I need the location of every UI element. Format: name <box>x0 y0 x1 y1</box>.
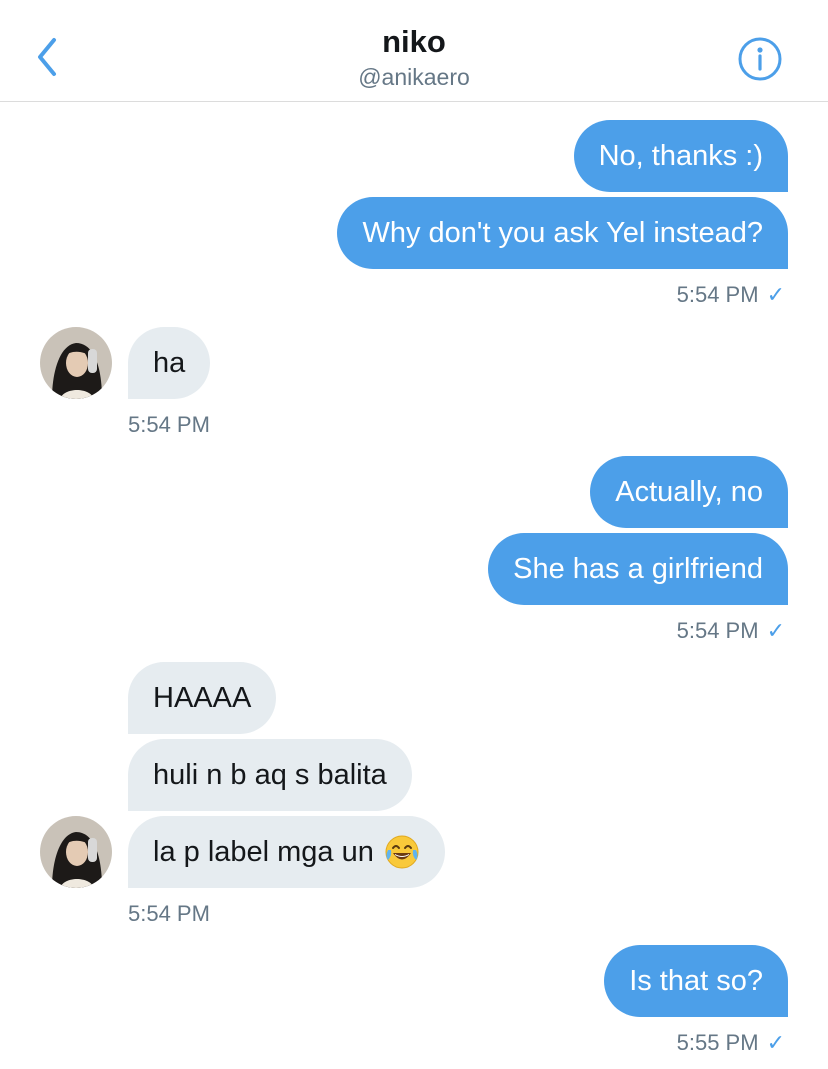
avatar-photo <box>40 816 112 888</box>
message-bubble-outgoing[interactable]: No, thanks :) <box>573 120 788 192</box>
conversation-header: niko @anikaero <box>0 0 828 102</box>
message-text: No, thanks :) <box>598 139 763 172</box>
message-bubble-outgoing[interactable]: Why don't you ask Yel instead? <box>337 197 788 269</box>
avatar-photo <box>40 327 112 399</box>
message-text: Is that so? <box>629 964 763 997</box>
info-icon <box>738 37 782 81</box>
timestamp-text: 5:55 PM <box>676 1030 759 1055</box>
message-text: Why don't you ask Yel instead? <box>362 216 763 249</box>
message-bubble-incoming[interactable]: HAAAA <box>128 662 277 734</box>
avatar[interactable] <box>40 327 112 399</box>
read-check-icon: ✓ <box>766 282 785 307</box>
conversation-handle: @anikaero <box>358 64 470 90</box>
message-timestamp: 5:54 PM <box>128 412 210 437</box>
face-with-tears-of-joy-icon <box>385 835 419 869</box>
message-text: ha <box>153 346 186 379</box>
message-bubble-incoming[interactable]: ha <box>128 327 211 399</box>
message-bubble-outgoing[interactable]: Actually, no <box>590 456 788 528</box>
timestamp-text: 5:54 PM <box>676 618 759 643</box>
read-check-icon: ✓ <box>766 618 785 643</box>
message-timestamp: 5:55 PM ✓ <box>677 1030 785 1056</box>
avatar[interactable] <box>40 816 112 888</box>
message-text: huli n b aq s balita <box>153 758 387 791</box>
message-text: la p label mga un <box>153 835 374 868</box>
message-text: Actually, no <box>615 475 763 508</box>
message-text: She has a girlfriend <box>513 552 763 585</box>
message-bubble-outgoing[interactable]: She has a girlfriend <box>488 533 788 605</box>
timestamp-text: 5:54 PM <box>676 282 759 307</box>
message-bubble-incoming[interactable]: la p label mga un <box>128 816 445 888</box>
message-bubble-outgoing[interactable]: Is that so? <box>604 945 788 1017</box>
read-check-icon: ✓ <box>766 1030 785 1055</box>
message-text: HAAAA <box>153 681 252 714</box>
message-timestamp: 5:54 PM ✓ <box>677 282 785 308</box>
message-timestamp: 5:54 PM <box>128 901 210 926</box>
info-button[interactable] <box>737 36 783 82</box>
conversation-title[interactable]: niko <box>0 24 828 60</box>
message-bubble-incoming[interactable]: huli n b aq s balita <box>128 739 412 811</box>
message-timestamp: 5:54 PM ✓ <box>677 618 785 644</box>
